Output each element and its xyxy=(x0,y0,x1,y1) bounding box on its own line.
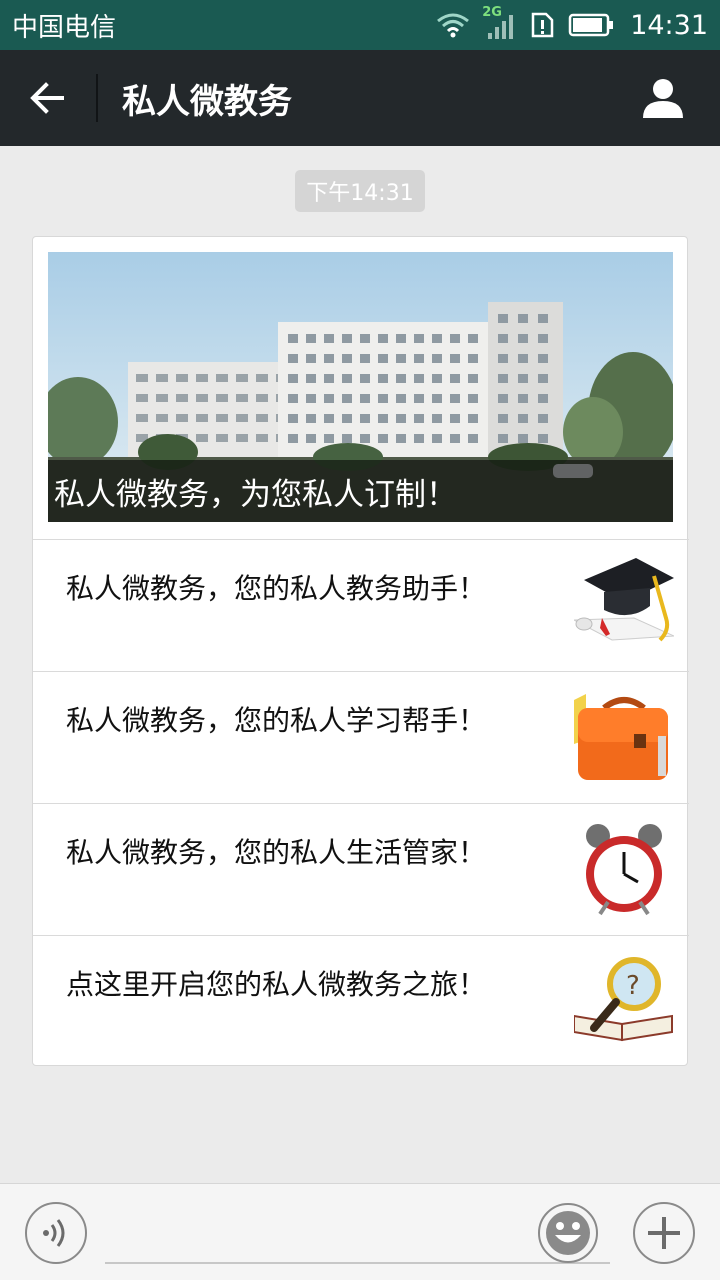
plus-icon xyxy=(648,1217,680,1249)
magnifier-book-icon: ? xyxy=(574,957,673,1042)
arrow-left-icon xyxy=(30,82,64,114)
network-type: 2G xyxy=(482,5,502,20)
sim-alert-icon xyxy=(531,12,554,38)
list-item[interactable]: 私人微教务，您的私人教务助手！ xyxy=(33,539,689,671)
list-item[interactable]: 私人微教务，您的私人学习帮手！ xyxy=(33,671,689,803)
list-item-title: 私人微教务，您的私人生活管家！ xyxy=(66,836,487,869)
back-button[interactable] xyxy=(0,50,96,146)
person-icon xyxy=(643,79,683,118)
list-item-title: 私人微教务，您的私人学习帮手！ xyxy=(66,704,487,737)
orange-schoolbag-icon xyxy=(574,694,668,780)
status-bar: 中国电信 2G 14:31 xyxy=(0,0,720,50)
nav-bar: 私人微教务 xyxy=(0,50,720,146)
profile-button[interactable] xyxy=(618,50,708,146)
message-timestamp: 下午14:31 xyxy=(295,170,425,212)
graduation-cap-diploma-icon xyxy=(574,558,674,642)
battery-icon xyxy=(568,13,614,37)
wifi-icon xyxy=(437,13,470,38)
list-item[interactable]: 点这里开启您的私人微教务之旅！ ? xyxy=(33,935,689,1067)
list-item-title: 私人微教务，您的私人教务助手！ xyxy=(66,572,487,605)
red-alarm-clock-icon xyxy=(586,824,662,916)
list-item-title: 点这里开启您的私人微教务之旅！ xyxy=(66,968,487,1001)
plus-button[interactable] xyxy=(633,1202,695,1264)
input-bar xyxy=(0,1183,720,1280)
svg-text:?: ? xyxy=(626,971,640,1001)
nav-divider xyxy=(96,74,98,122)
voice-button[interactable] xyxy=(25,1202,87,1264)
voice-icon xyxy=(43,1219,65,1247)
carrier-name: 中国电信 xyxy=(12,12,117,43)
emoji-button[interactable] xyxy=(537,1202,599,1264)
message-input[interactable] xyxy=(105,1204,610,1264)
status-time: 14:31 xyxy=(630,9,708,41)
status-icons: 2G 14:31 xyxy=(436,5,708,41)
cover-caption: 私人微教务，为您私人订制！ xyxy=(48,460,673,522)
list-item[interactable]: 私人微教务，您的私人生活管家！ xyxy=(33,803,689,935)
article-card: 私人微教务，为您私人订制！ 私人微教务，您的私人教务助手！ 私人微教务，您的私人… xyxy=(32,236,689,1067)
smiley-icon xyxy=(538,1203,598,1263)
page-title: 私人微教务 xyxy=(122,81,292,122)
signal-icon: 2G xyxy=(482,5,518,41)
cover-article[interactable]: 私人微教务，为您私人订制！ xyxy=(48,252,673,522)
